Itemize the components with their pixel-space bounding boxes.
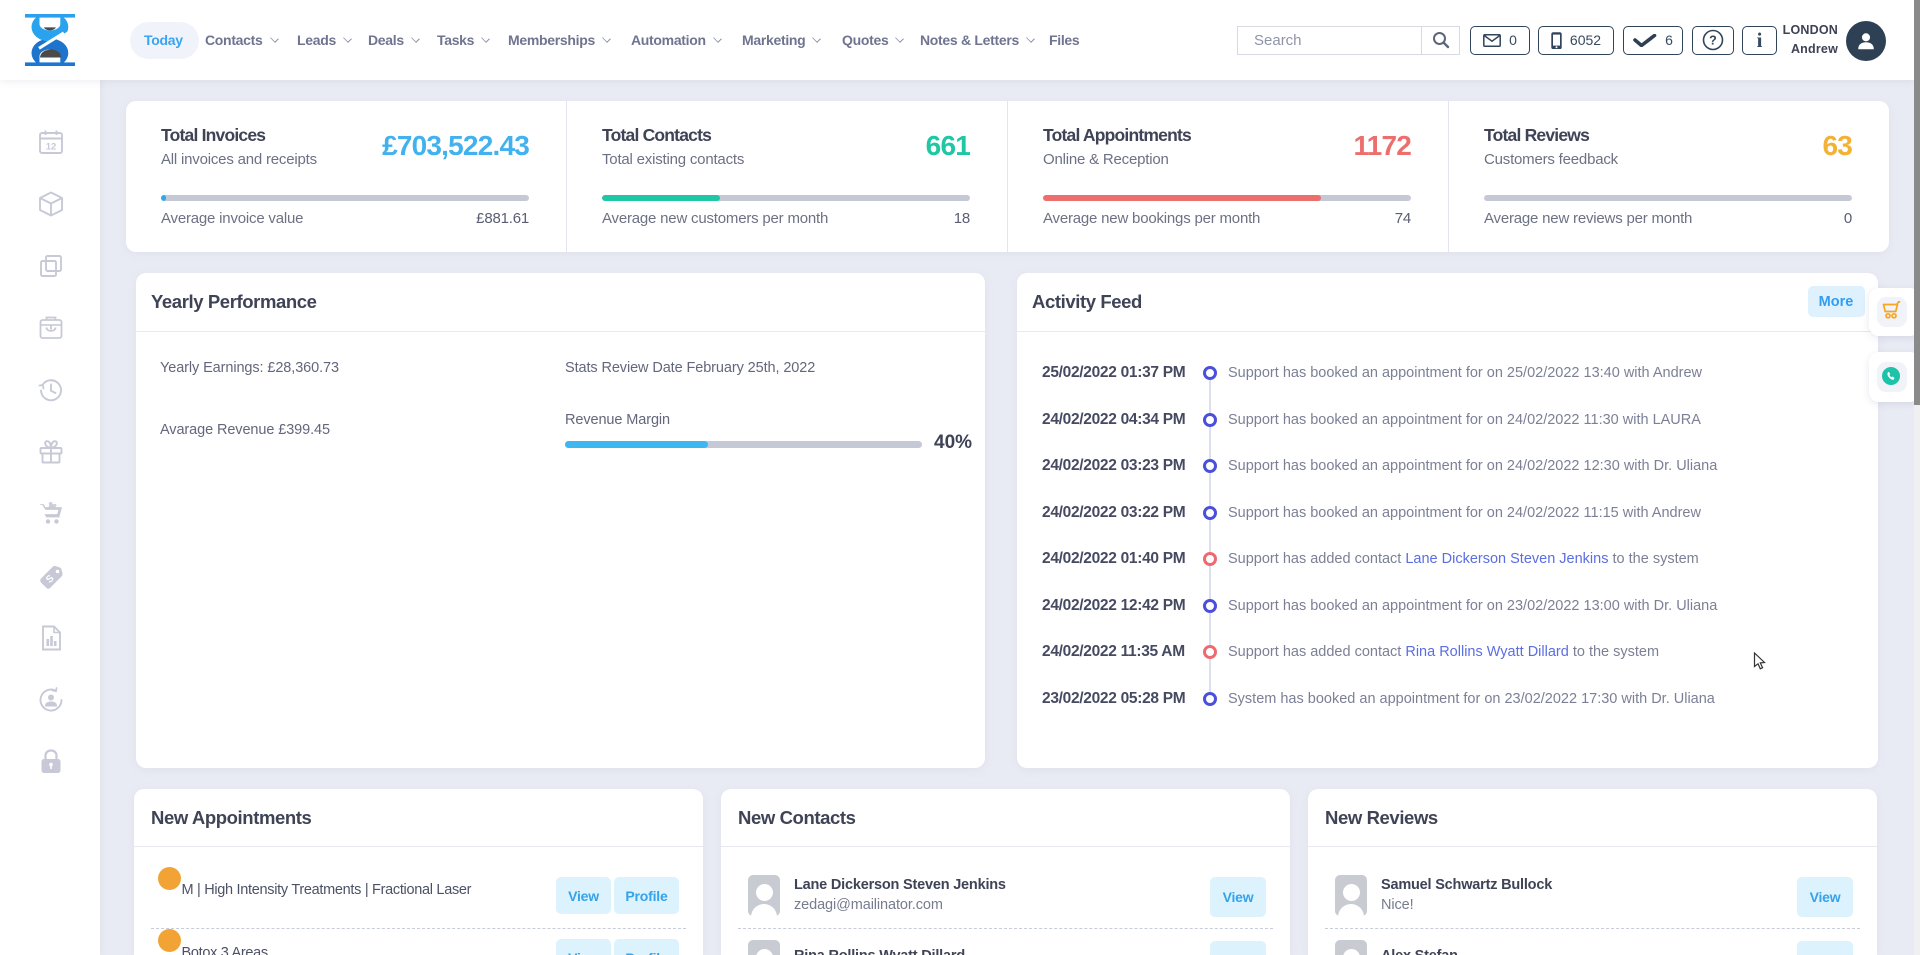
svg-text:12: 12 xyxy=(46,142,57,153)
